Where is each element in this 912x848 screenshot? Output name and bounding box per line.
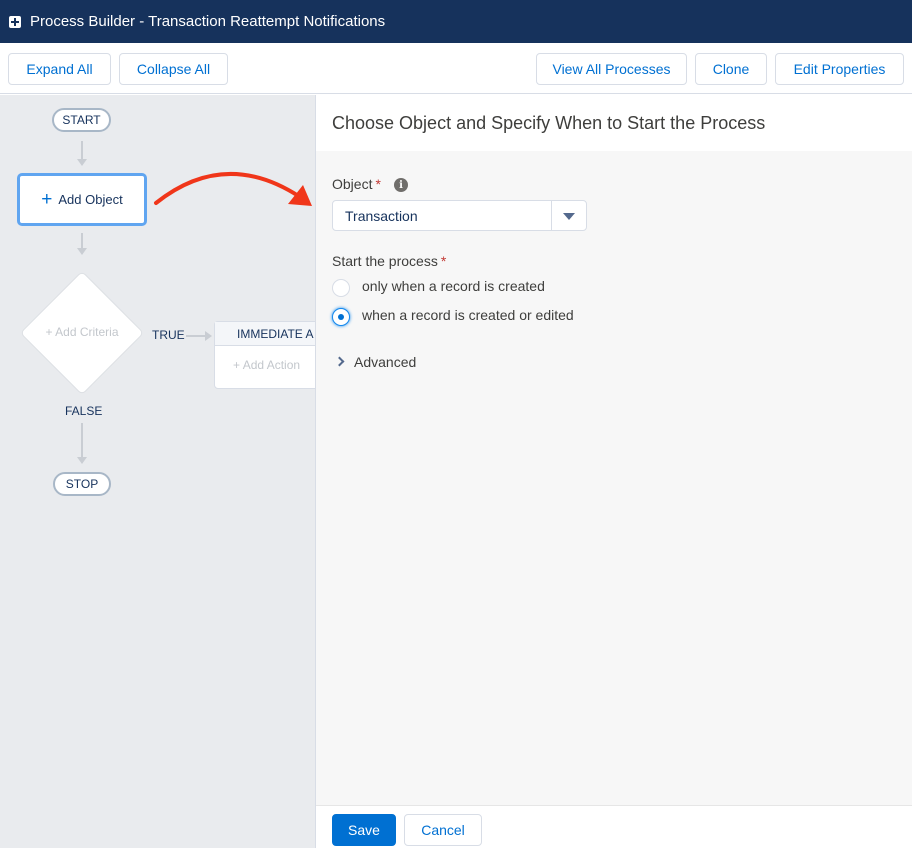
caret-down-icon[interactable]	[563, 213, 575, 220]
radio-created-only[interactable]	[332, 279, 350, 297]
stop-node: STOP	[53, 472, 111, 496]
add-criteria-label[interactable]: + Add Criteria	[20, 325, 144, 339]
connector-line	[186, 335, 206, 337]
chevron-right-icon[interactable]	[334, 356, 345, 367]
false-branch-label: FALSE	[65, 404, 103, 418]
add-object-node[interactable]: + Add Object	[17, 173, 147, 226]
add-action-link[interactable]: + Add Action	[215, 346, 315, 372]
connector-line	[81, 423, 83, 459]
toolbar: Expand All Collapse All View All Process…	[0, 43, 912, 94]
add-action-text: Add Action	[242, 358, 301, 372]
select-divider	[551, 201, 552, 230]
radio-created-or-edited[interactable]	[332, 308, 350, 326]
view-all-processes-button[interactable]: View All Processes	[536, 53, 687, 85]
object-select[interactable]: Transaction	[332, 200, 587, 231]
panel-title: Choose Object and Specify When to Start …	[316, 95, 912, 151]
object-select-value: Transaction	[345, 208, 418, 224]
connector-arrow-icon	[77, 457, 87, 464]
collapse-all-button[interactable]: Collapse All	[119, 53, 228, 85]
info-icon[interactable]: i	[394, 178, 408, 192]
panel-footer: Save Cancel	[316, 805, 912, 848]
start-label-text: Start the process	[332, 253, 438, 269]
plus-icon: +	[233, 358, 243, 372]
expand-all-button[interactable]: Expand All	[8, 53, 111, 85]
window-title: Process Builder - Transaction Reattempt …	[30, 13, 386, 30]
object-label-text: Object	[332, 176, 373, 192]
advanced-toggle[interactable]: Advanced	[354, 354, 416, 370]
start-node: START	[52, 108, 111, 132]
connector-arrow-icon	[205, 331, 212, 341]
clone-button[interactable]: Clone	[695, 53, 767, 85]
immediate-actions-header: IMMEDIATE A	[215, 322, 315, 346]
object-field-label: Object *	[332, 176, 381, 192]
edit-properties-button[interactable]: Edit Properties	[775, 53, 904, 85]
add-criteria-text: Add Criteria	[55, 325, 119, 339]
true-branch-label: TRUE	[152, 328, 185, 342]
add-object-label: Add Object	[58, 192, 123, 207]
radio-created-only-label[interactable]: only when a record is created	[362, 278, 545, 294]
window-titlebar: Process Builder - Transaction Reattempt …	[0, 0, 912, 43]
required-mark: *	[375, 176, 381, 192]
plus-icon: +	[41, 189, 53, 210]
cancel-button[interactable]: Cancel	[404, 814, 482, 846]
connector-line	[81, 141, 83, 161]
radio-created-or-edited-label[interactable]: when a record is created or edited	[362, 307, 574, 323]
properties-panel: Choose Object and Specify When to Start …	[315, 95, 912, 848]
connector-arrow-icon	[77, 248, 87, 255]
start-process-label: Start the process *	[332, 253, 446, 269]
connector-line	[81, 233, 83, 249]
required-mark: *	[440, 253, 447, 269]
immediate-actions-box: IMMEDIATE A + Add Action	[214, 321, 315, 389]
annotation-arrow-icon	[150, 160, 315, 220]
plus-icon: +	[45, 325, 56, 339]
save-button[interactable]: Save	[332, 814, 396, 846]
connector-arrow-icon	[77, 159, 87, 166]
process-builder-icon	[9, 15, 21, 28]
